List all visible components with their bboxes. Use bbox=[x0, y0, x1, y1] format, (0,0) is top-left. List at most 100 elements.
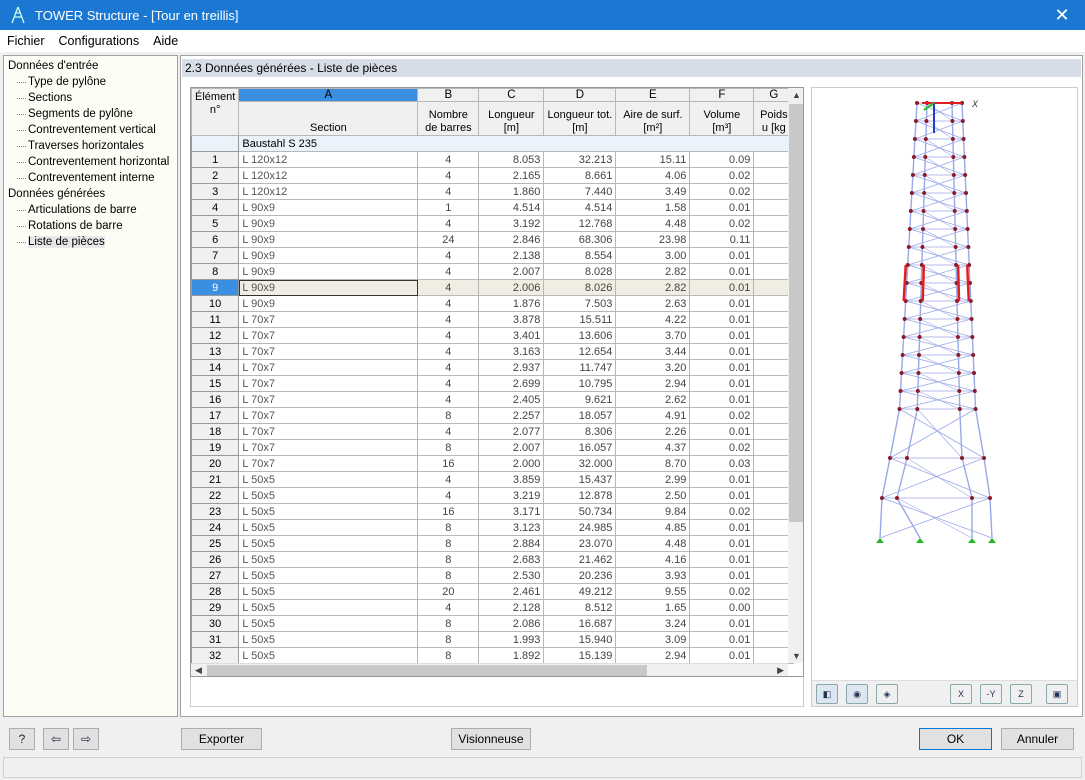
cell[interactable]: 0.01 bbox=[689, 295, 755, 312]
cell[interactable]: 2.006 bbox=[478, 279, 545, 296]
cell[interactable]: L 120x12 bbox=[238, 167, 419, 184]
cell[interactable]: 20 bbox=[417, 583, 480, 600]
cell[interactable]: 2.94 bbox=[615, 647, 691, 664]
cell[interactable]: 8.554 bbox=[543, 247, 617, 264]
cell[interactable]: 2.128 bbox=[478, 599, 545, 616]
viewer-button[interactable]: Visionneuse bbox=[451, 728, 531, 750]
3d-view[interactable]: X ◧ ◉ ◈ X -Y Z ▣ bbox=[811, 87, 1078, 707]
row-number[interactable]: 22 bbox=[191, 487, 240, 504]
row-number[interactable]: 18 bbox=[191, 423, 240, 440]
row-number[interactable]: 9 bbox=[191, 279, 240, 296]
cell[interactable]: L 90x9 bbox=[238, 263, 419, 280]
cell[interactable]: L 50x5 bbox=[238, 551, 419, 568]
view-render-icon[interactable]: ◈ bbox=[876, 684, 898, 704]
row-number[interactable]: 1 bbox=[191, 151, 240, 168]
cell[interactable]: 68.306 bbox=[543, 231, 617, 248]
cell[interactable]: 4.22 bbox=[615, 311, 691, 328]
cell[interactable]: 4.514 bbox=[478, 199, 545, 216]
cell[interactable]: 15.11 bbox=[615, 151, 691, 168]
cell[interactable]: 3.859 bbox=[478, 471, 545, 488]
cell[interactable]: L 90x9 bbox=[238, 295, 419, 312]
cell[interactable]: L 70x7 bbox=[238, 423, 419, 440]
cell[interactable]: L 50x5 bbox=[238, 583, 419, 600]
cell[interactable]: 21.462 bbox=[543, 551, 617, 568]
cell[interactable]: 2.086 bbox=[478, 615, 545, 632]
cell[interactable]: 4 bbox=[417, 295, 480, 312]
cell[interactable]: 15.139 bbox=[543, 647, 617, 664]
cell[interactable]: L 50x5 bbox=[238, 519, 419, 536]
cell[interactable]: 0.01 bbox=[689, 567, 755, 584]
cell[interactable]: 4 bbox=[417, 183, 480, 200]
cell[interactable]: 2.461 bbox=[478, 583, 545, 600]
cell[interactable]: L 70x7 bbox=[238, 343, 419, 360]
table-row[interactable]: 29 L 50x5 4 2.128 8.512 1.65 0.00 bbox=[191, 599, 795, 616]
scroll-right-icon[interactable]: ▶ bbox=[777, 665, 784, 676]
table-row[interactable]: 11 L 70x7 4 3.878 15.511 4.22 0.01 bbox=[191, 311, 795, 328]
cell[interactable]: 2.007 bbox=[478, 439, 545, 456]
tree-item[interactable]: Sections bbox=[4, 90, 177, 106]
row-number[interactable]: 12 bbox=[191, 327, 240, 344]
table-row[interactable]: 2L 120x12 4 2.165 8.661 4.06 0.02 bbox=[191, 167, 795, 184]
cell[interactable]: 0.01 bbox=[689, 535, 755, 552]
cell[interactable]: 3.401 bbox=[478, 327, 545, 344]
cell[interactable]: 8 bbox=[417, 535, 480, 552]
cell[interactable]: 8.70 bbox=[615, 455, 691, 472]
cell[interactable]: 2.82 bbox=[615, 279, 691, 296]
table-row[interactable]: 8L 90x9 4 2.007 8.028 2.82 0.01 bbox=[191, 263, 795, 280]
cell[interactable]: 4.37 bbox=[615, 439, 691, 456]
menu-fichier[interactable]: Fichier bbox=[0, 34, 52, 48]
column-letter[interactable]: A bbox=[238, 88, 419, 102]
cell[interactable]: 3.20 bbox=[615, 359, 691, 376]
cell[interactable]: 8 bbox=[417, 439, 480, 456]
table-row[interactable]: 19 L 70x7 8 2.007 16.057 4.37 0.02 bbox=[191, 439, 795, 456]
cell[interactable]: 0.02 bbox=[689, 407, 755, 424]
cell[interactable]: L 120x12 bbox=[238, 183, 419, 200]
cell[interactable]: 0.01 bbox=[689, 519, 755, 536]
table-row[interactable]: 26 L 50x5 8 2.683 21.462 4.16 0.01 bbox=[191, 551, 795, 568]
cell[interactable]: 1.993 bbox=[478, 631, 545, 648]
cell[interactable]: 8 bbox=[417, 647, 480, 664]
cell[interactable]: 0.01 bbox=[689, 615, 755, 632]
cell[interactable]: 0.02 bbox=[689, 183, 755, 200]
table-row[interactable]: 15 L 70x7 4 2.699 10.795 2.94 0.01 bbox=[191, 375, 795, 392]
row-number[interactable]: 14 bbox=[191, 359, 240, 376]
view-minus-y-button[interactable]: -Y bbox=[980, 684, 1002, 704]
cell[interactable]: 9.55 bbox=[615, 583, 691, 600]
cell[interactable]: L 50x5 bbox=[238, 647, 419, 664]
table-row[interactable]: 14 L 70x7 4 2.937 11.747 3.20 0.01 bbox=[191, 359, 795, 376]
tree-item[interactable]: Articulations de barre bbox=[4, 202, 177, 218]
cell[interactable]: 2.99 bbox=[615, 471, 691, 488]
table-row[interactable]: 30 L 50x5 8 2.086 16.687 3.24 0.01 bbox=[191, 615, 795, 632]
tree-group[interactable]: Données générées bbox=[4, 186, 177, 202]
cell[interactable]: 0.01 bbox=[689, 551, 755, 568]
cell[interactable]: 0.01 bbox=[689, 311, 755, 328]
table-row[interactable]: 16 L 70x7 4 2.405 9.621 2.62 0.01 bbox=[191, 391, 795, 408]
cell[interactable]: 20.236 bbox=[543, 567, 617, 584]
view-x-button[interactable]: X bbox=[950, 684, 972, 704]
menu-configurations[interactable]: Configurations bbox=[52, 34, 147, 48]
row-number[interactable]: 17 bbox=[191, 407, 240, 424]
row-number[interactable]: 13 bbox=[191, 343, 240, 360]
cell[interactable]: L 70x7 bbox=[238, 439, 419, 456]
tree-item[interactable]: Segments de pylône bbox=[4, 106, 177, 122]
row-number[interactable]: 16 bbox=[191, 391, 240, 408]
row-number[interactable]: 6 bbox=[191, 231, 240, 248]
cell[interactable]: 3.219 bbox=[478, 487, 545, 504]
cell[interactable]: 3.163 bbox=[478, 343, 545, 360]
cell[interactable]: 1.876 bbox=[478, 295, 545, 312]
cell[interactable]: 4 bbox=[417, 215, 480, 232]
cell[interactable]: 2.846 bbox=[478, 231, 545, 248]
horizontal-scrollbar[interactable]: ◀ ▶ bbox=[191, 663, 788, 676]
cell[interactable]: 2.884 bbox=[478, 535, 545, 552]
cell[interactable]: 8.512 bbox=[543, 599, 617, 616]
table-row[interactable]: 10 L 90x9 4 1.876 7.503 2.63 0.01 bbox=[191, 295, 795, 312]
column-letter[interactable]: D bbox=[543, 88, 617, 102]
tree-item[interactable]: Type de pylône bbox=[4, 74, 177, 90]
cell[interactable]: 4 bbox=[417, 599, 480, 616]
cell[interactable]: 8.661 bbox=[543, 167, 617, 184]
cell[interactable]: 0.01 bbox=[689, 247, 755, 264]
cell[interactable]: 4 bbox=[417, 167, 480, 184]
column-letter[interactable]: F bbox=[689, 88, 755, 102]
row-number[interactable]: 27 bbox=[191, 567, 240, 584]
cell[interactable]: 3.70 bbox=[615, 327, 691, 344]
